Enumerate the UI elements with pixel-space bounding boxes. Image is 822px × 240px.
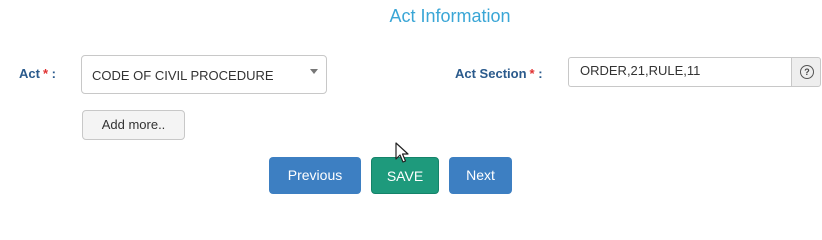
act-select[interactable]: CODE OF CIVIL PROCEDURE	[81, 55, 327, 94]
question-circle-icon: ?	[800, 65, 814, 79]
act-label: Act * :	[19, 66, 56, 81]
section-title: Act Information	[389, 6, 511, 26]
act-select-value: CODE OF CIVIL PROCEDURE	[92, 68, 274, 83]
act-section-label-colon: :	[534, 66, 543, 81]
act-section-input[interactable]	[568, 57, 791, 87]
add-more-button[interactable]: Add more..	[82, 110, 185, 140]
previous-button[interactable]: Previous	[269, 157, 361, 194]
act-label-colon: :	[48, 66, 56, 81]
act-label-text: Act	[19, 66, 40, 81]
next-button[interactable]: Next	[449, 157, 512, 194]
mouse-pointer-icon	[395, 142, 409, 163]
act-section-label: Act Section * :	[455, 66, 543, 81]
chevron-down-icon	[310, 69, 318, 74]
act-section-label-text: Act Section	[455, 66, 527, 81]
act-section-help-button[interactable]: ?	[791, 57, 821, 87]
